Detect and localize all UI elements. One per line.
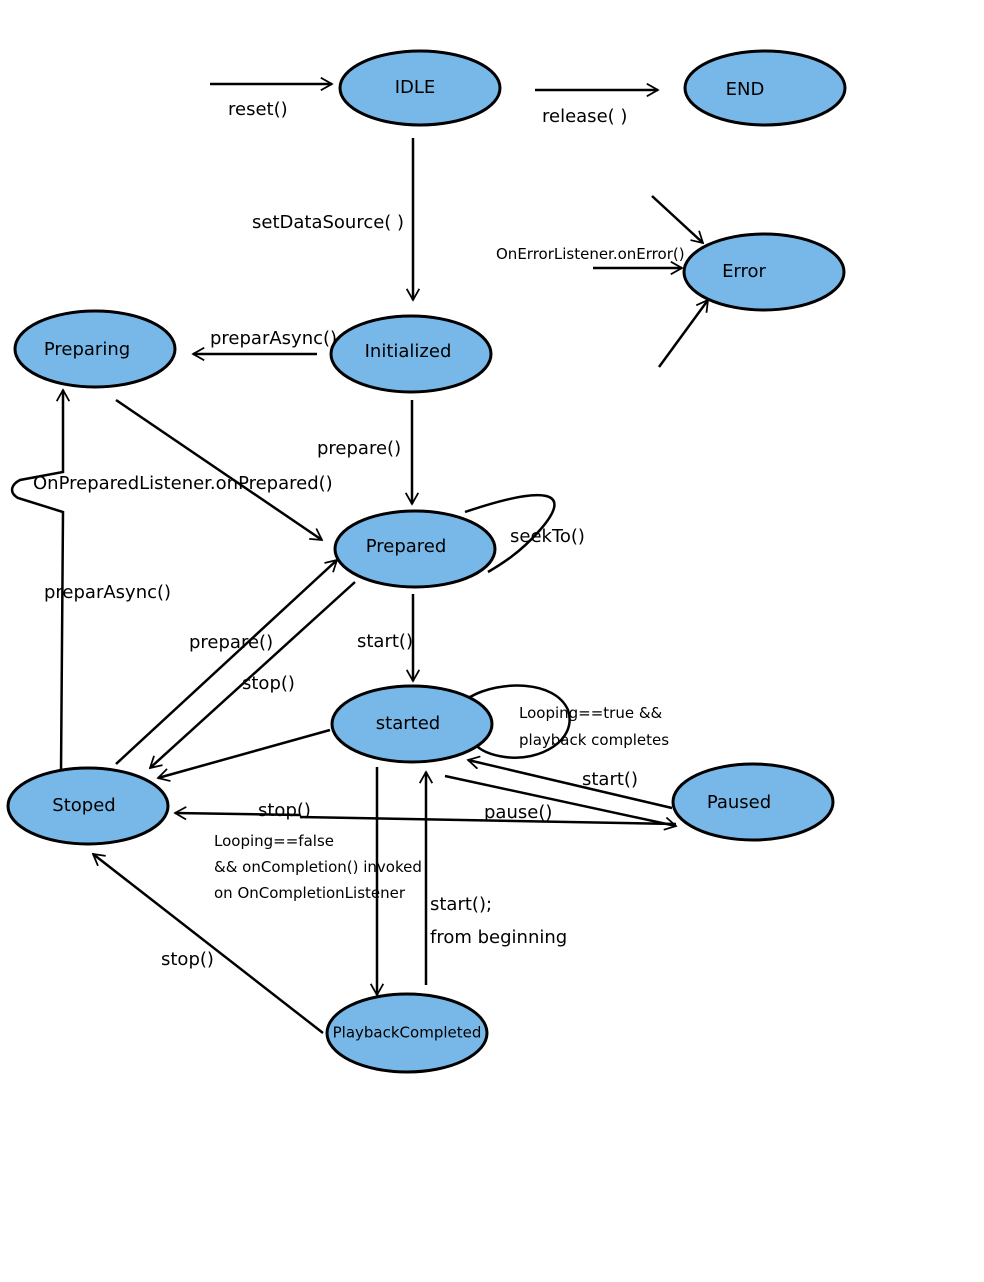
edge-label: Looping==true &&: [519, 704, 663, 722]
node-prepared: Prepared: [333, 509, 497, 589]
edge-label: start(): [357, 631, 413, 652]
node-stoped: Stoped: [6, 766, 170, 846]
edge-label: seekTo(): [510, 526, 585, 547]
node-label: IDLE: [395, 77, 436, 98]
node-label: Stoped: [52, 795, 115, 816]
node-label: Error: [722, 261, 766, 282]
edge-label: prepare(): [317, 438, 401, 459]
edge-label: release( ): [542, 106, 627, 127]
edge-label: Looping==false: [214, 832, 334, 850]
edge-stop-prepared: stop(): [150, 581, 356, 768]
node-preparing: Preparing: [13, 309, 177, 389]
edge-on-error: OnErrorListener.onError(): [496, 195, 708, 368]
node-error: Error: [682, 232, 846, 312]
edge-on-prepared: OnPreparedListener.onPrepared(): [33, 398, 333, 542]
edge-reset: reset(): [210, 84, 332, 120]
edge-label: pause(): [484, 802, 552, 823]
edge-label: setDataSource( ): [252, 212, 404, 233]
edge-stop-started: stop(): [175, 800, 311, 821]
edge-start-paused: start(): [468, 760, 673, 810]
node-end: END: [683, 49, 847, 127]
edge-label: && onCompletion() invoked: [214, 858, 422, 876]
edge-release: release( ): [535, 90, 658, 127]
node-label: Initialized: [365, 341, 452, 362]
edge-prepar-async-init: preparAsync(): [193, 328, 337, 354]
edge-label: start();: [430, 894, 492, 915]
edge-label: stop(): [258, 800, 311, 821]
edge-label: on OnCompletionListener: [214, 884, 406, 902]
edge-label: preparAsync(): [210, 328, 337, 349]
node-label: Prepared: [366, 536, 447, 557]
node-label: Paused: [707, 792, 771, 813]
edge-looping-false: Looping==false && onCompletion() invoked…: [214, 767, 422, 995]
edge-looping-true: Looping==true && playback completes: [469, 684, 669, 759]
node-label: Preparing: [44, 339, 130, 360]
edge-label: start(): [582, 769, 638, 790]
node-started: started: [330, 684, 494, 764]
edge-set-data-source: setDataSource( ): [252, 138, 413, 300]
node-label: started: [376, 713, 440, 734]
edge-start-prepared: start(): [357, 594, 413, 681]
edge-label: OnPreparedListener.onPrepared(): [33, 473, 333, 494]
edge-label: playback completes: [519, 731, 669, 749]
node-initialized: Initialized: [329, 314, 493, 394]
node-label: END: [726, 79, 765, 100]
edge-label: OnErrorListener.onError(): [496, 245, 685, 263]
edge-stop-completed: stop(): [93, 854, 324, 1034]
edge-label: stop(): [242, 673, 295, 694]
edge-label: from beginning: [430, 927, 567, 948]
node-playback-completed: PlaybackCompleted: [325, 992, 489, 1074]
edge-label: prepare(): [189, 632, 273, 653]
edge-label: stop(): [161, 949, 214, 970]
edge-prepar-async-stoped: preparAsync(): [10, 390, 171, 774]
state-diagram: reset() release( ) setDataSource( ) OnEr…: [6, 49, 847, 1074]
node-paused: Paused: [671, 762, 835, 842]
edge-label: preparAsync(): [44, 582, 171, 603]
edge-label: reset(): [228, 99, 288, 120]
node-idle: IDLE: [338, 49, 502, 127]
node-label: PlaybackCompleted: [333, 1024, 482, 1042]
